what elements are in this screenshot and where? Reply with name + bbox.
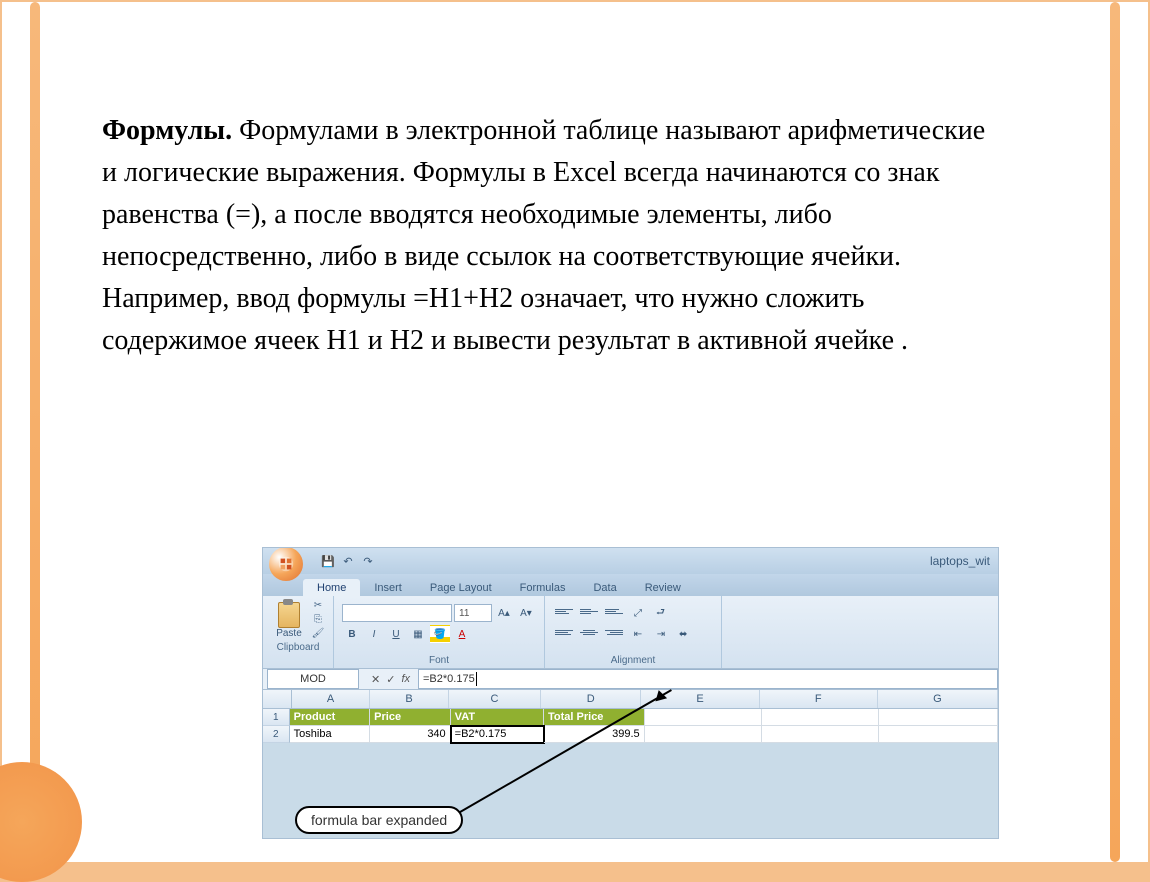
align-right-icon[interactable]	[603, 625, 625, 639]
ribbon-group-font: 11 A▴ A▾ B I U ▦ 🪣 A Fo	[334, 596, 545, 668]
paste-icon	[278, 602, 300, 628]
save-icon[interactable]: 💾	[321, 554, 335, 568]
col-header-A[interactable]: A	[292, 690, 370, 708]
decrease-indent-icon[interactable]: ⇤	[628, 625, 648, 643]
spreadsheet-grid[interactable]: ABCDEFG 1ProductPriceVATTotal Price2Tosh…	[263, 690, 998, 743]
increase-indent-icon[interactable]: ⇥	[651, 625, 671, 643]
align-top-icon[interactable]	[553, 604, 575, 618]
cell-B2[interactable]: 340	[370, 726, 451, 743]
grow-font-icon[interactable]: A▴	[494, 604, 514, 622]
cancel-icon[interactable]: ✕	[371, 673, 380, 686]
cell-C1[interactable]: VAT	[451, 709, 544, 726]
cell-G1[interactable]	[879, 709, 998, 726]
cell-A2[interactable]: Toshiba	[290, 726, 371, 743]
align-center-icon[interactable]	[578, 625, 600, 639]
cell-E1[interactable]	[645, 709, 762, 726]
cell-E2[interactable]	[645, 726, 762, 743]
cut-icon[interactable]: ✂	[311, 600, 325, 612]
cell-F1[interactable]	[762, 709, 879, 726]
shrink-font-icon[interactable]: A▾	[516, 604, 536, 622]
paste-button[interactable]: Paste	[271, 600, 307, 640]
format-painter-icon[interactable]: 🖌	[311, 628, 325, 640]
excel-screenshot: 💾 ↶ ↷ laptops_wit HomeInsertPage LayoutF…	[262, 547, 999, 839]
cell-C2[interactable]: =B2*0.175	[451, 726, 544, 743]
cell-G2[interactable]	[879, 726, 998, 743]
quick-access-toolbar: 💾 ↶ ↷ laptops_wit	[263, 548, 998, 574]
office-logo-icon	[277, 555, 295, 573]
ribbon-group-clipboard: Paste ✂ ⎘ 🖌 Clipboard	[263, 596, 334, 668]
slide-paragraph: Формулы. Формулами в электронной таблице…	[102, 110, 1002, 362]
slide-heading: Формулы.	[102, 115, 232, 146]
cell-F2[interactable]	[762, 726, 879, 743]
paste-label: Paste	[276, 628, 302, 639]
tab-data[interactable]: Data	[579, 579, 630, 596]
name-box[interactable]: MOD	[267, 669, 359, 689]
align-middle-icon[interactable]	[578, 604, 600, 618]
callout-label: formula bar expanded	[295, 806, 463, 834]
decor-left-bar	[30, 2, 40, 862]
table-row: 2Toshiba340=B2*0.175399.5	[263, 726, 998, 743]
ribbon-group-alignment: ⤢ ⮐ ⇤ ⇥ ⬌ Alignment	[545, 596, 722, 668]
tab-formulas[interactable]: Formulas	[506, 579, 580, 596]
decor-right-bar	[1110, 2, 1120, 862]
tab-insert[interactable]: Insert	[360, 579, 416, 596]
slide-body: Формулами в электронной таблице называют…	[102, 115, 985, 356]
formula-bar: MOD ✕ ✓ fx =B2*0.175	[263, 669, 998, 690]
text-cursor	[476, 672, 477, 686]
underline-button[interactable]: U	[386, 625, 406, 643]
tab-review[interactable]: Review	[631, 579, 695, 596]
font-color-icon[interactable]: A	[452, 625, 472, 643]
fill-color-icon[interactable]: 🪣	[430, 625, 450, 643]
font-group-label: Font	[429, 653, 449, 666]
align-left-icon[interactable]	[553, 625, 575, 639]
font-size-combo[interactable]: 11	[454, 604, 492, 622]
row-header[interactable]: 2	[263, 726, 290, 743]
window-title-fragment: laptops_wit	[930, 554, 990, 568]
formula-input[interactable]: =B2*0.175	[418, 669, 998, 689]
cell-A1[interactable]: Product	[290, 709, 371, 726]
redo-icon[interactable]: ↷	[361, 554, 375, 568]
ribbon: Paste ✂ ⎘ 🖌 Clipboard 11	[263, 596, 998, 669]
orientation-icon[interactable]: ⤢	[628, 604, 648, 622]
col-header-C[interactable]: C	[449, 690, 541, 708]
enter-icon[interactable]: ✓	[386, 673, 395, 686]
fx-icon[interactable]: fx	[401, 673, 410, 686]
bold-button[interactable]: B	[342, 625, 362, 643]
formula-text: =B2*0.175	[423, 670, 475, 688]
col-header-G[interactable]: G	[878, 690, 998, 708]
col-header-B[interactable]: B	[370, 690, 448, 708]
col-header-F[interactable]: F	[760, 690, 878, 708]
alignment-group-label: Alignment	[611, 653, 655, 666]
cell-B1[interactable]: Price	[370, 709, 451, 726]
tab-page-layout[interactable]: Page Layout	[416, 579, 506, 596]
undo-icon[interactable]: ↶	[341, 554, 355, 568]
row-header[interactable]: 1	[263, 709, 290, 726]
wrap-text-button[interactable]: ⮐	[651, 604, 670, 622]
select-all-corner[interactable]	[263, 690, 292, 708]
merge-center-button[interactable]: ⬌	[674, 625, 692, 643]
ribbon-tabs: HomeInsertPage LayoutFormulasDataReview	[263, 574, 998, 596]
align-bottom-icon[interactable]	[603, 604, 625, 618]
copy-icon[interactable]: ⎘	[311, 614, 325, 626]
col-header-D[interactable]: D	[541, 690, 641, 708]
office-button[interactable]	[269, 547, 303, 581]
border-icon[interactable]: ▦	[408, 625, 428, 643]
tab-home[interactable]: Home	[303, 579, 360, 596]
decor-corner-circle	[0, 762, 82, 882]
italic-button[interactable]: I	[364, 625, 384, 643]
font-name-combo[interactable]	[342, 604, 452, 622]
clipboard-group-label: Clipboard	[277, 640, 320, 653]
